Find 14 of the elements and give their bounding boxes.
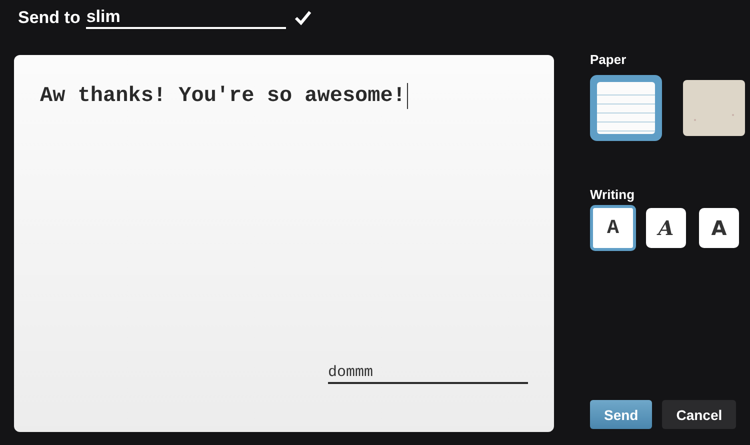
lined-paper-icon bbox=[597, 82, 655, 134]
text-cursor bbox=[407, 83, 408, 109]
recipient-field[interactable]: slim bbox=[86, 7, 286, 29]
parchment-paper-icon bbox=[683, 80, 745, 136]
send-to-label: Send to bbox=[18, 8, 80, 28]
font-option[interactable]: A bbox=[699, 208, 739, 248]
message-text[interactable]: Aw thanks! You're so awesome! bbox=[40, 84, 406, 108]
font-option[interactable]: A bbox=[590, 205, 636, 251]
paper-label: Paper bbox=[590, 52, 628, 67]
checkmark-icon[interactable] bbox=[294, 10, 312, 26]
cancel-button[interactable]: Cancel bbox=[662, 400, 736, 429]
signature-field[interactable]: dommm bbox=[328, 364, 528, 384]
font-option[interactable]: A bbox=[646, 208, 686, 248]
writing-label: Writing bbox=[590, 187, 636, 202]
